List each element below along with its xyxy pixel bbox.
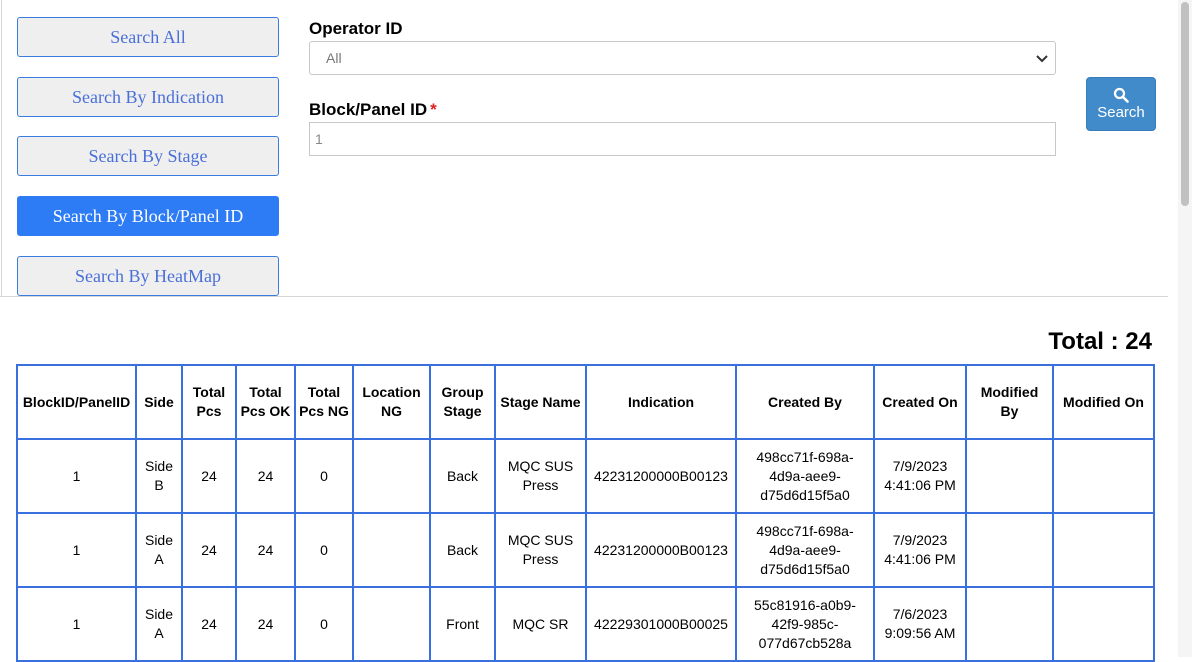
search-by-stage-button[interactable]: Search By Stage: [17, 136, 279, 176]
cell-location-ng: [352, 438, 431, 514]
operator-id-value: All: [326, 50, 342, 66]
cell-blockid: 1: [16, 438, 137, 514]
cell-group-stage: Back: [429, 512, 496, 588]
cell-stage-name: MQC SR: [494, 586, 587, 662]
search-button[interactable]: Search: [1086, 77, 1156, 131]
header-stage-name: Stage Name: [494, 364, 587, 440]
cell-created-by: 498cc71f-698a-4d9a-aee9-d75d6d15f5a0: [735, 438, 875, 514]
cell-indication: 42231200000B00123: [585, 512, 737, 588]
cell-modified-on: [1052, 586, 1155, 662]
cell-total-pcs-ok: 24: [235, 512, 296, 588]
cell-created-on: 7/6/2023 9:09:56 AM: [873, 586, 967, 662]
search-by-indication-button[interactable]: Search By Indication: [17, 77, 279, 117]
cell-total-pcs: 24: [181, 586, 237, 662]
header-location-ng: Location NG: [352, 364, 431, 440]
search-icon: [1113, 87, 1129, 103]
header-total-pcs: Total Pcs: [181, 364, 237, 440]
cell-total-pcs-ng: 0: [294, 512, 354, 588]
section-divider: [0, 296, 1168, 297]
cell-side: Side A: [135, 586, 183, 662]
cell-total-pcs-ok: 24: [235, 586, 296, 662]
cell-total-pcs-ng: 0: [294, 586, 354, 662]
cell-total-pcs: 24: [181, 512, 237, 588]
results-table: BlockID/PanelID Side Total Pcs Total Pcs…: [16, 364, 1155, 662]
cell-total-pcs: 24: [181, 438, 237, 514]
header-total-pcs-ok: Total Pcs OK: [235, 364, 296, 440]
cell-location-ng: [352, 586, 431, 662]
header-created-by: Created By: [735, 364, 875, 440]
header-indication: Indication: [585, 364, 737, 440]
cell-modified-by: [965, 438, 1054, 514]
cell-group-stage: Front: [429, 586, 496, 662]
cell-modified-by: [965, 586, 1054, 662]
table-row: 1 Side B 24 24 0 Back MQC SUS Press 4223…: [16, 438, 1155, 514]
left-divider: [1, 0, 2, 296]
block-panel-id-label: Block/Panel ID *: [309, 100, 437, 120]
cell-side: Side A: [135, 512, 183, 588]
block-panel-id-label-text: Block/Panel ID: [309, 100, 428, 119]
cell-location-ng: [352, 512, 431, 588]
cell-modified-on: [1052, 438, 1155, 514]
total-count: Total : 24: [1048, 328, 1152, 355]
header-group-stage: Group Stage: [429, 364, 496, 440]
operator-id-label: Operator ID: [309, 19, 403, 38]
block-panel-id-input[interactable]: 1: [309, 122, 1056, 156]
cell-group-stage: Back: [429, 438, 496, 514]
cell-created-by: 55c81916-a0b9-42f9-985c-077d67cb528a: [735, 586, 875, 662]
cell-side: Side B: [135, 438, 183, 514]
search-button-label: Search: [1097, 104, 1145, 121]
chevron-down-icon: [1036, 55, 1048, 63]
cell-created-on: 7/9/2023 4:41:06 PM: [873, 438, 967, 514]
scrollbar-thumb[interactable]: [1181, 2, 1189, 206]
table-header-row: BlockID/PanelID Side Total Pcs Total Pcs…: [16, 364, 1155, 440]
header-modified-by: Modified By: [965, 364, 1054, 440]
cell-total-pcs-ng: 0: [294, 438, 354, 514]
cell-stage-name: MQC SUS Press: [494, 438, 587, 514]
search-all-button[interactable]: Search All: [17, 17, 279, 57]
search-by-block-panel-id-button[interactable]: Search By Block/Panel ID: [17, 196, 279, 236]
required-mark: *: [430, 100, 437, 119]
operator-id-select[interactable]: All: [309, 41, 1056, 75]
cell-total-pcs-ok: 24: [235, 438, 296, 514]
header-blockid-panelid: BlockID/PanelID: [16, 364, 137, 440]
cell-indication: 42231200000B00123: [585, 438, 737, 514]
header-side: Side: [135, 364, 183, 440]
cell-indication: 42229301000B00025: [585, 586, 737, 662]
cell-modified-on: [1052, 512, 1155, 588]
table-row: 1 Side A 24 24 0 Back MQC SUS Press 4223…: [16, 512, 1155, 588]
block-panel-id-value: 1: [315, 131, 323, 147]
table-row: 1 Side A 24 24 0 Front MQC SR 4222930100…: [16, 586, 1155, 662]
cell-blockid: 1: [16, 512, 137, 588]
header-total-pcs-ng: Total Pcs NG: [294, 364, 354, 440]
cell-created-by: 498cc71f-698a-4d9a-aee9-d75d6d15f5a0: [735, 512, 875, 588]
search-by-heatmap-button[interactable]: Search By HeatMap: [17, 256, 279, 296]
cell-modified-by: [965, 512, 1054, 588]
cell-created-on: 7/9/2023 4:41:06 PM: [873, 512, 967, 588]
cell-blockid: 1: [16, 586, 137, 662]
header-modified-on: Modified On: [1052, 364, 1155, 440]
cell-stage-name: MQC SUS Press: [494, 512, 587, 588]
header-created-on: Created On: [873, 364, 967, 440]
